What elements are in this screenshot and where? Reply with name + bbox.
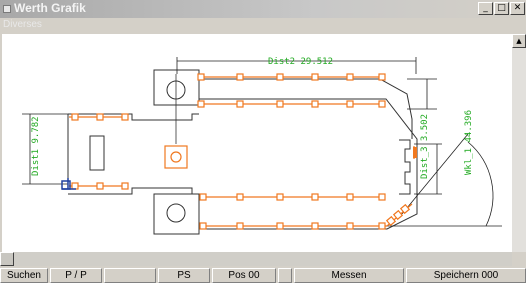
part-drawing: Dist2 29.512 Dist1 9.782 Dist_3 3.502 Wk…: [22, 57, 502, 235]
scroll-up-button[interactable]: ▲: [512, 34, 526, 48]
scrollbar-corner: [512, 252, 526, 266]
status-empty-2[interactable]: [278, 268, 292, 283]
window-title: Werth Grafik: [14, 1, 86, 15]
speichern-button[interactable]: Speichern 000: [406, 268, 526, 283]
messen-button[interactable]: Messen: [294, 268, 404, 283]
pos-button[interactable]: Pos 00: [212, 268, 276, 283]
menu-bar: Diverses: [0, 18, 526, 33]
dimension-lines: [22, 57, 502, 227]
status-empty-1[interactable]: [104, 268, 156, 283]
hole-bottom: [166, 203, 186, 223]
vertical-scrollbar[interactable]: ▲: [512, 34, 526, 252]
dim-wkl1-label: Wkl_1 44.396: [464, 110, 474, 175]
ps-button[interactable]: PS: [158, 268, 210, 283]
measure-points: [71, 73, 411, 230]
horizontal-scrollbar[interactable]: [0, 252, 512, 266]
pp-button[interactable]: P / P: [50, 268, 102, 283]
dim-dist1-label: Dist1 9.782: [31, 116, 41, 176]
dim-dist3-label: Dist_3 3.502: [420, 114, 430, 179]
close-button[interactable]: ✕: [510, 2, 525, 15]
title-bar[interactable]: Werth Grafik _ □ ✕: [0, 0, 526, 18]
status-bar: Suchen P / P PS Pos 00 Messen Speichern …: [0, 267, 526, 283]
notch-marker: [413, 147, 417, 158]
suchen-button[interactable]: Suchen: [0, 268, 48, 283]
minimize-button[interactable]: _: [478, 2, 493, 15]
scroll-left-button[interactable]: [0, 252, 14, 266]
graphics-canvas[interactable]: Dist2 29.512 Dist1 9.782 Dist_3 3.502 Wk…: [2, 34, 512, 252]
maximize-button[interactable]: □: [494, 2, 509, 15]
slot: [89, 135, 105, 171]
menu-diverses[interactable]: Diverses: [3, 19, 42, 30]
app-icon: [3, 5, 11, 13]
part-outline: [67, 69, 418, 235]
dim-dist2-label: Dist2 29.512: [268, 57, 333, 67]
werth-grafik-window: Werth Grafik _ □ ✕ Diverses Dist2 29.512…: [0, 0, 526, 283]
